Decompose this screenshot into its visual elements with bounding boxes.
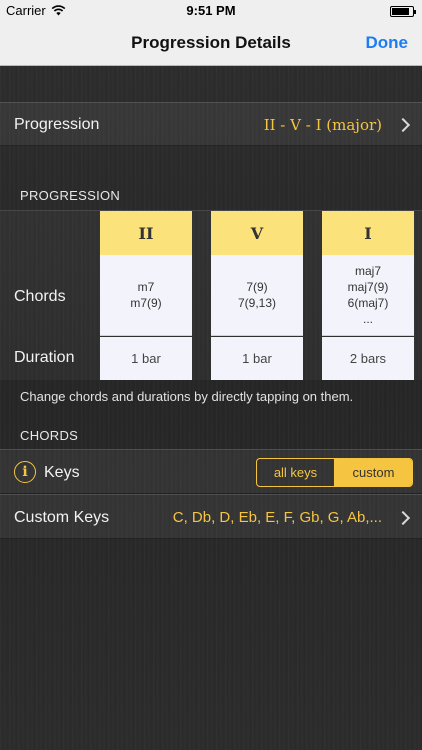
keys-row: i Keys all keys custom <box>0 449 422 494</box>
progression-footnote: Change chords and durations by directly … <box>20 389 354 404</box>
progression-value: II - V - I (major) <box>263 116 382 134</box>
numeral-cell[interactable]: V <box>211 211 303 255</box>
progression-section-header: PROGRESSION <box>20 188 121 203</box>
chevron-right-icon <box>395 117 411 133</box>
progression-column-v: V 7(9) 7(9,13) 1 bar <box>211 211 303 380</box>
custom-keys-row[interactable]: Custom Keys C, Db, D, Eb, E, F, Gb, G, A… <box>0 494 422 539</box>
navigation-bar: Progression Details Done <box>0 22 422 66</box>
info-icon[interactable]: i <box>14 461 36 483</box>
duration-cell[interactable]: 1 bar <box>100 337 192 380</box>
chord-label: m7 <box>137 280 155 294</box>
keys-segmented-control: all keys custom <box>256 458 413 487</box>
chord-label: m7(9) <box>130 296 162 310</box>
status-time: 9:51 PM <box>186 3 236 18</box>
progression-row[interactable]: Progression II - V - I (major) <box>0 102 422 146</box>
chord-label: 7(9,13) <box>237 296 277 310</box>
chord-label: maj7(9) <box>347 280 389 294</box>
keys-label: Keys <box>44 464 80 481</box>
chevron-right-icon <box>395 510 411 526</box>
battery-fill <box>392 8 409 15</box>
custom-keys-label: Custom Keys <box>14 509 110 526</box>
battery-icon <box>390 6 416 17</box>
chord-label: 6(maj7) <box>347 296 389 310</box>
duration-row-label: Duration <box>14 349 75 366</box>
custom-keys-value: C, Db, D, Eb, E, F, Gb, G, Ab,... <box>172 509 382 526</box>
chords-cell[interactable]: 7(9) 7(9,13) <box>211 255 303 336</box>
segment-custom[interactable]: custom <box>335 459 412 486</box>
numeral-cell[interactable]: I <box>322 211 414 255</box>
chords-cell[interactable]: maj7 maj7(9) 6(maj7) ... <box>322 255 414 336</box>
chords-row-label: Chords <box>14 288 66 305</box>
chords-section-header: CHORDS <box>20 428 79 443</box>
numeral-cell[interactable]: II <box>100 211 192 255</box>
duration-cell[interactable]: 1 bar <box>211 337 303 380</box>
page-title: Progression Details <box>131 33 291 52</box>
chord-label: ... <box>362 312 373 326</box>
duration-cell[interactable]: 2 bars <box>322 337 414 380</box>
progression-column-i: I maj7 maj7(9) 6(maj7) ... 2 bars <box>322 211 414 380</box>
chord-label: maj7 <box>354 264 381 278</box>
progression-column-ii: II m7 m7(9) 1 bar <box>100 211 192 380</box>
chords-cell[interactable]: m7 m7(9) <box>100 255 192 336</box>
progression-label: Progression <box>14 116 100 133</box>
segment-all-keys[interactable]: all keys <box>257 459 335 486</box>
status-bar: Carrier 9:51 PM <box>0 0 422 22</box>
chord-label: 7(9) <box>246 280 268 294</box>
done-button[interactable]: Done <box>366 33 409 53</box>
